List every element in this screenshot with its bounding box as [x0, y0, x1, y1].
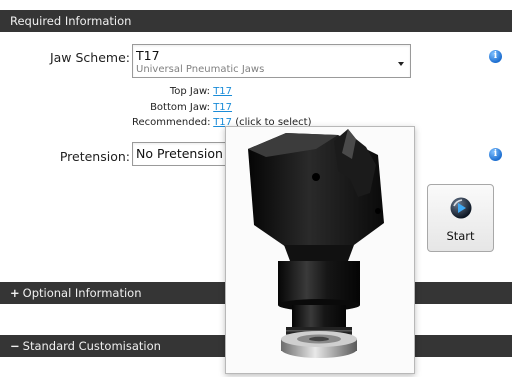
info-icon[interactable]: i — [489, 148, 502, 161]
jaw-scheme-label: Jaw Scheme: — [49, 50, 130, 65]
bottom-jaw-link[interactable]: T17 — [213, 102, 232, 113]
bottom-jaw-label: Bottom Jaw: — [150, 102, 210, 113]
pretension-label: Pretension: — [59, 149, 130, 164]
bottom-jaw-row: Bottom Jaw: T17 — [138, 102, 232, 113]
section-title: Required Information — [10, 14, 132, 28]
pretension-value: No Pretension ( — [136, 146, 232, 161]
collapse-icon: − — [10, 339, 20, 353]
expand-icon: + — [10, 286, 20, 300]
chevron-down-icon — [398, 62, 404, 66]
top-jaw-row: Top Jaw: T17 — [150, 86, 232, 97]
jaw-scheme-description: Universal Pneumatic Jaws — [136, 64, 265, 75]
recommended-label: Recommended: — [132, 117, 211, 128]
info-icon[interactable]: i — [489, 50, 502, 63]
top-jaw-label: Top Jaw: — [169, 86, 210, 97]
section-title: Optional Information — [22, 286, 142, 300]
play-icon — [450, 197, 472, 219]
top-jaw-link[interactable]: T17 — [213, 86, 232, 97]
jaw-preview-image — [226, 127, 414, 373]
start-button[interactable]: Start — [427, 184, 494, 252]
section-title: Standard Customisation — [22, 339, 161, 353]
jaw-scheme-value: T17 — [136, 48, 160, 63]
section-header-required-information: Required Information — [0, 10, 512, 32]
start-button-label: Start — [446, 229, 475, 243]
jaw-preview-popup — [225, 126, 415, 374]
jaw-scheme-select[interactable]: T17 Universal Pneumatic Jaws — [132, 44, 411, 78]
